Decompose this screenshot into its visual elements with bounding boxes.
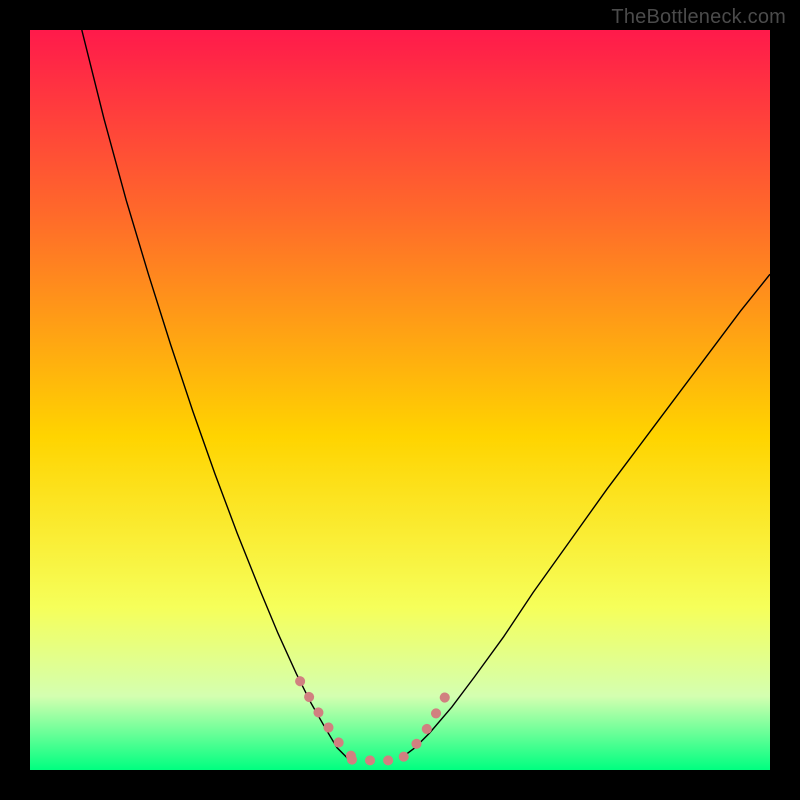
watermark-text: TheBottleneck.com	[611, 6, 786, 29]
gradient-background	[30, 30, 770, 770]
chart-area	[30, 30, 770, 770]
outer-black-frame: TheBottleneck.com	[0, 0, 800, 800]
chart-svg	[30, 30, 770, 770]
